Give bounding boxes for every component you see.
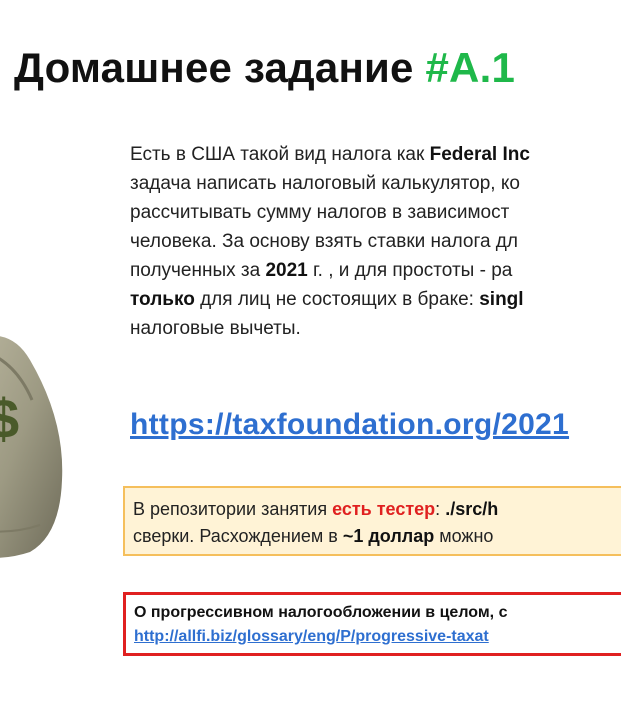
tester-note-box: В репозитории занятия есть тестер: ./src… [123,486,621,556]
para-l6c: singl [479,289,524,310]
para-l6a: только [130,289,195,310]
tester-line-2: сверки. Расхождением в ~1 доллар можно [133,523,621,550]
para-line-6: только для лиц не состоящих в браке: sin… [130,285,621,314]
para-l1b: Federal Inc [429,144,530,165]
para-line-3: рассчитывать сумму налогов в зависимост [130,202,510,223]
para-l5c: г. , и для простоты - ра [307,260,513,281]
title-text: Домашнее задание [14,44,426,91]
tester-tolerance: ~1 доллар [342,526,435,546]
tester-l1c: : [435,499,446,519]
tester-line-1: В репозитории занятия есть тестер: ./src… [133,496,621,523]
progressive-tax-heading: О прогрессивном налогообложении в целом,… [134,604,508,621]
para-line-4: человека. За основу взять ставки налога … [130,231,518,252]
tester-l2a: сверки. Расхождением в [133,526,343,546]
tester-l2c: можно [434,526,494,546]
tester-l1a: В репозитории занятия [133,499,333,519]
para-l5a: полученных за [130,260,266,281]
para-line-1: Есть в США такой вид налога как Federal … [130,140,621,169]
money-bag-icon: $ [0,336,63,558]
allfi-link[interactable]: http://allfi.biz/glossary/eng/P/progress… [134,625,621,649]
para-line-7: налоговые вычеты. [130,318,301,339]
progressive-tax-box: О прогрессивном налогообложении в целом,… [123,592,621,656]
para-line-2: задача написать налоговый калькулятор, к… [130,173,520,194]
dollar-symbol: $ [0,387,19,450]
title-accent: #A.1 [425,44,516,91]
tester-path: ./src/h [445,499,499,519]
para-line-5: полученных за 2021 г. , и для простоты -… [130,256,621,285]
para-l1a: Есть в США такой вид налога как [130,144,430,165]
tester-highlight: есть тестер [332,499,436,519]
taxfoundation-link[interactable]: https://taxfoundation.org/2021 [130,408,569,442]
para-l6b: для лиц не состоящих в браке: [194,289,480,310]
task-description: Есть в США такой вид налога как Federal … [130,140,621,343]
para-l5b: 2021 [265,260,308,281]
page-title: Домашнее задание #A.1 [14,44,515,92]
